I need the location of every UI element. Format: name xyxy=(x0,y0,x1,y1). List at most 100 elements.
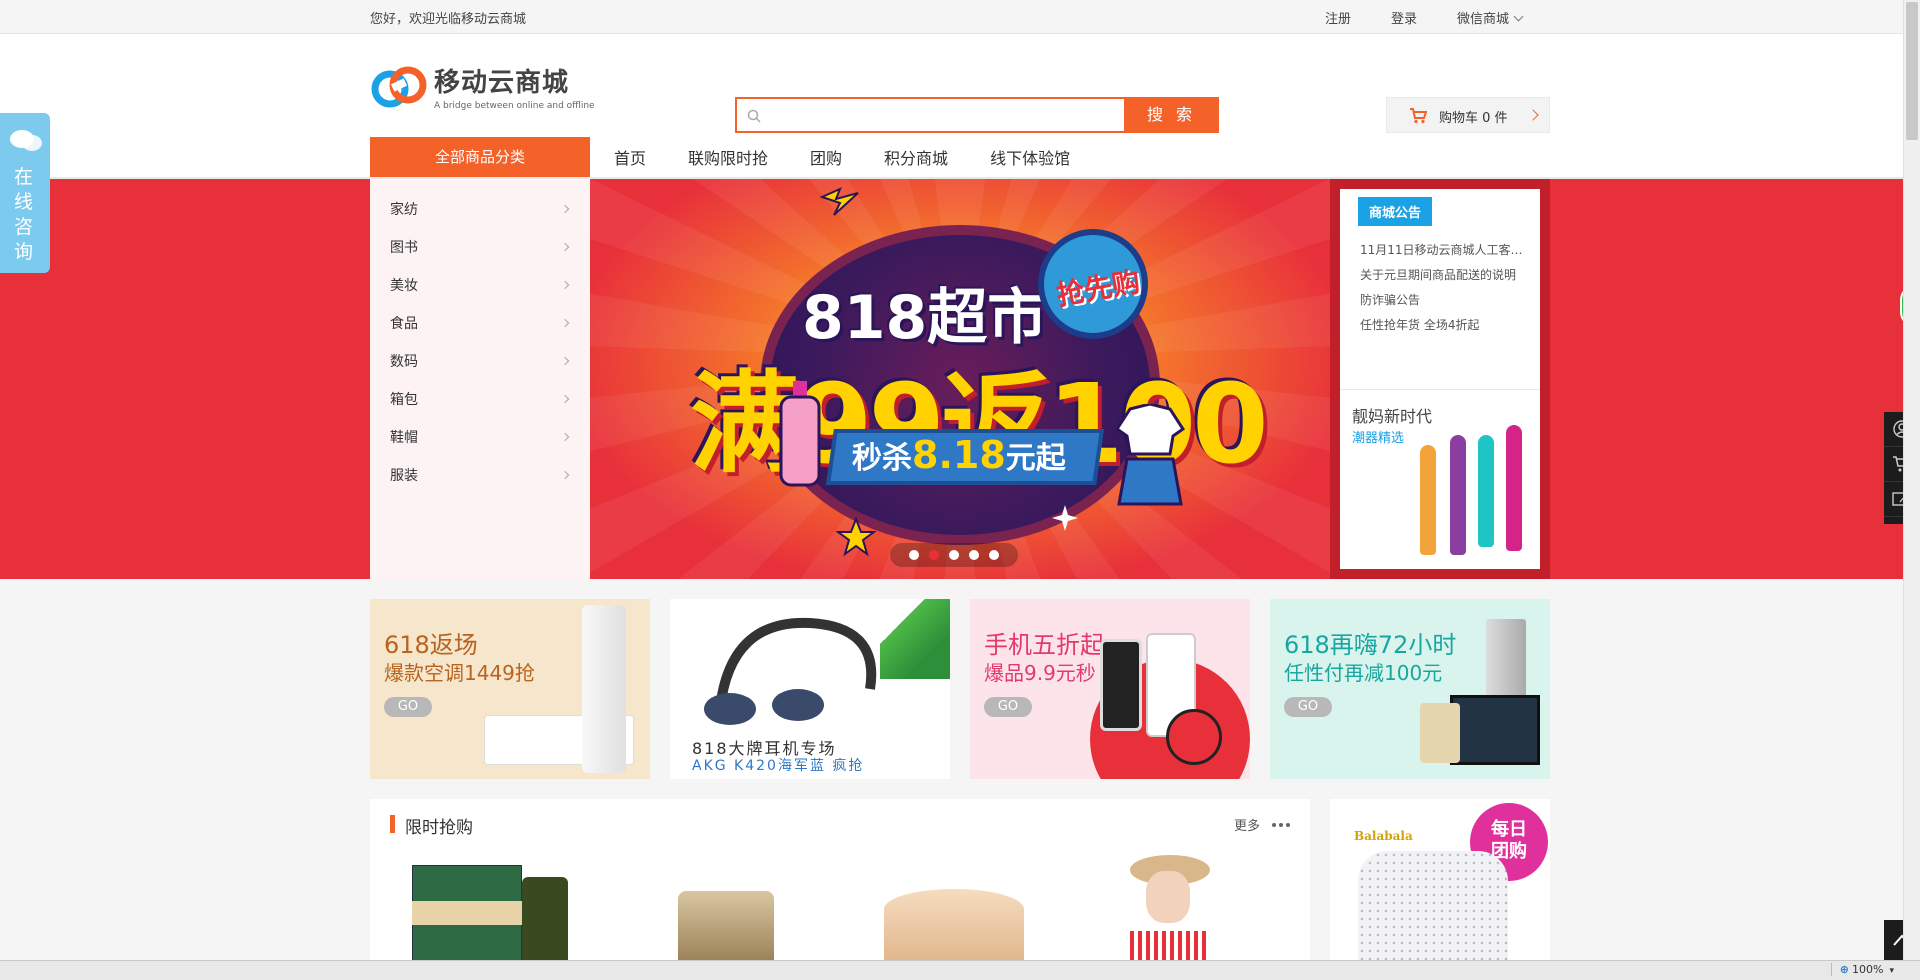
go-button[interactable]: GO xyxy=(984,697,1032,717)
brand-name: Balabala xyxy=(1354,829,1413,843)
status-bar: ⊕ 100% ▾ xyxy=(0,960,1920,980)
search-icon xyxy=(747,109,761,123)
category-label: 家纺 xyxy=(390,202,418,218)
more-link[interactable]: 更多 xyxy=(1234,815,1260,834)
notice-title: 商城公告 xyxy=(1358,197,1433,226)
category-item-digital[interactable]: 数码 xyxy=(370,343,590,381)
hero-subline: 秒杀8.18元起 xyxy=(852,433,1066,477)
cart-label: 购物车 0 件 xyxy=(1439,111,1508,126)
promo-tile-air-conditioner[interactable]: 618返场 爆款空调1449抢 GO xyxy=(370,599,650,779)
nav-item-points-mall[interactable]: 积分商城 xyxy=(884,145,948,169)
section-marker xyxy=(390,815,395,833)
angry-bird-image xyxy=(1166,709,1222,765)
sparkle-icon xyxy=(1052,505,1078,531)
login-link[interactable]: 登录 xyxy=(1391,8,1417,27)
zoom-level[interactable]: ⊕ 100% ▾ xyxy=(1830,963,1894,976)
chevron-down-icon xyxy=(1513,11,1524,22)
notice-item[interactable]: 关于元旦期间商品配送的说明 xyxy=(1360,266,1530,291)
flash-sale-section: 限时抢购 更多 xyxy=(370,799,1310,980)
chevron-right-icon xyxy=(560,242,570,252)
notice-ad-title[interactable]: 靓妈新时代 xyxy=(1352,403,1432,427)
hero-badge: 抢先购 xyxy=(1038,229,1148,339)
go-button[interactable]: GO xyxy=(1284,697,1332,717)
tv-image xyxy=(1450,695,1540,765)
search-input[interactable] xyxy=(769,99,1099,131)
go-button[interactable]: GO xyxy=(384,697,432,717)
chevron-right-icon xyxy=(560,394,570,404)
category-item-clothing[interactable]: 服装 xyxy=(370,457,590,495)
carousel-dot-active[interactable] xyxy=(929,550,939,560)
category-item-books[interactable]: 图书 xyxy=(370,229,590,267)
promo-subtitle: 爆品9.9元秒 xyxy=(984,661,1096,685)
category-item-food[interactable]: 食品 xyxy=(370,305,590,343)
category-item-home-textile[interactable]: 家纺 xyxy=(370,191,590,229)
notice-ad-subtitle[interactable]: 潮器精选 xyxy=(1352,427,1404,446)
nav-item-flash-sale[interactable]: 联购限时抢 xyxy=(688,145,768,169)
category-menu: 家纺 图书 美妆 食品 数码 箱包 鞋帽 服装 xyxy=(370,179,590,579)
category-item-beauty[interactable]: 美妆 xyxy=(370,267,590,305)
chevron-down-icon: ▾ xyxy=(1889,966,1894,976)
daily-group-buy[interactable]: Balabala 每日 团购 xyxy=(1330,799,1550,980)
page: 您好，欢迎光临移动云商城 注册 登录 微信商城 移动云商城 A bridge b… xyxy=(0,0,1920,980)
nav-item-offline-store[interactable]: 线下体验馆 xyxy=(990,145,1070,169)
promo-caption-sub: AKG K420海军蓝 疯抢 xyxy=(692,758,865,774)
search-button[interactable]: 搜 索 xyxy=(1124,97,1219,133)
carousel-dot[interactable] xyxy=(969,550,979,560)
shirt-illustration xyxy=(1115,404,1185,506)
chevron-right-icon xyxy=(560,470,570,480)
badge-line: 每日 xyxy=(1491,819,1527,840)
register-link[interactable]: 注册 xyxy=(1325,8,1351,27)
welcome-text: 您好，欢迎光临移动云商城 xyxy=(370,12,527,27)
hero-subline-prefix: 秒杀 xyxy=(852,441,912,476)
promo-title: 618返场 xyxy=(384,631,478,659)
chat-bubble-icon xyxy=(10,130,42,151)
online-consult-button[interactable]: 在线咨询 xyxy=(0,113,50,273)
banner-area: 家纺 图书 美妆 食品 数码 箱包 鞋帽 服装 818超市 抢先购 满99返10… xyxy=(0,179,1920,579)
category-label: 鞋帽 xyxy=(390,430,418,446)
all-categories-button[interactable]: 全部商品分类 xyxy=(370,137,590,177)
wechat-store-menu[interactable]: 微信商城 xyxy=(1457,8,1524,27)
logo-subtitle: A bridge between online and offline xyxy=(434,101,595,111)
promo-tile-payment[interactable]: 618再嗨72小时 任性付再减100元 GO xyxy=(1270,599,1550,779)
promo-subtitle: 任性付再减100元 xyxy=(1284,661,1443,685)
headphones-image xyxy=(704,617,877,725)
category-item-bags[interactable]: 箱包 xyxy=(370,381,590,419)
promo-title: 618再嗨72小时 xyxy=(1284,631,1457,659)
zoom-in-icon: ⊕ xyxy=(1839,963,1850,976)
brush-illustration xyxy=(1420,445,1436,555)
category-label: 图书 xyxy=(390,240,418,256)
flash-sale-title: 限时抢购 xyxy=(405,818,473,838)
promo-title: 手机五折起 xyxy=(984,631,1104,659)
logo-mark-icon xyxy=(370,65,428,109)
vertical-scrollbar[interactable] xyxy=(1903,0,1920,960)
carousel-dot[interactable] xyxy=(909,550,919,560)
phone-image xyxy=(1420,703,1460,763)
cart-button[interactable]: 购物车 0 件 xyxy=(1386,97,1550,133)
scrollbar-thumb[interactable] xyxy=(1906,2,1918,140)
promo-subtitle: 爆款空调1449抢 xyxy=(384,661,535,685)
logo[interactable]: 移动云商城 A bridge between online and offlin… xyxy=(370,62,595,111)
chevron-right-icon xyxy=(1527,109,1539,121)
promo-tile-phones[interactable]: 手机五折起 爆品9.9元秒 GO xyxy=(970,599,1250,779)
category-item-shoes-hats[interactable]: 鞋帽 xyxy=(370,419,590,457)
category-label: 食品 xyxy=(390,316,418,332)
nav-item-group-buy[interactable]: 团购 xyxy=(810,145,842,169)
cart-icon xyxy=(1410,108,1427,124)
star-icon xyxy=(836,517,876,557)
hero-slide[interactable]: 818超市 抢先购 满99返100 秒杀8.18元起 xyxy=(590,179,1330,579)
notice-item[interactable]: 任性抢年货 全场4折起 xyxy=(1360,316,1530,341)
category-label: 服装 xyxy=(390,468,418,484)
carousel-dots xyxy=(890,543,1018,567)
hero-subline-suffix: 元起 xyxy=(1005,441,1066,476)
brush-illustration xyxy=(1478,435,1494,547)
carousel-dot[interactable] xyxy=(989,550,999,560)
promo-tile-headphones[interactable]: 818大牌耳机专场 AKG K420海军蓝 疯抢 xyxy=(670,599,950,779)
notice-item[interactable]: 防诈骗公告 xyxy=(1360,291,1530,316)
zoom-value: 100% xyxy=(1852,963,1884,976)
chevron-right-icon xyxy=(560,356,570,366)
product-label-band xyxy=(412,901,522,925)
nav-item-home[interactable]: 首页 xyxy=(614,145,646,169)
carousel-dot[interactable] xyxy=(949,550,959,560)
more-dots-icon[interactable] xyxy=(1272,823,1290,827)
notice-item[interactable]: 11月11日移动云商城人工客服服务时间调整 xyxy=(1360,241,1530,266)
